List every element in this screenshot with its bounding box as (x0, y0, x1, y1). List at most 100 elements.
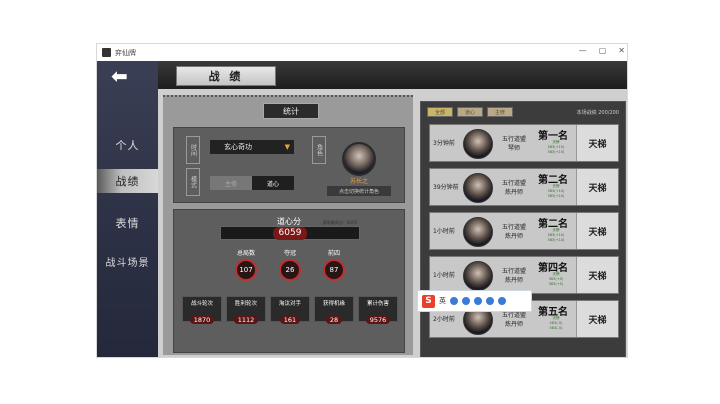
sidebar-item-label: 表情 (115, 217, 140, 230)
match-mode: 天梯 (576, 169, 618, 205)
stat-value: 87 (323, 259, 345, 281)
stat-value: 9576 (365, 316, 391, 324)
stats-panel: 统计 时间 玄心奇功 ▼ 模式 主修 道心 角色 苏长之 点击切换统计角色 道心… (163, 95, 413, 355)
emoji-icon[interactable] (450, 297, 458, 305)
match-mode: 天梯 (576, 301, 618, 337)
sidebar-item-label: 战斗场景 (105, 257, 150, 269)
opponent-avatar (463, 217, 493, 247)
tab-all[interactable]: 全部 (427, 107, 453, 117)
match-row[interactable]: 39分钟前 五行道盟 炼丹师 第二名 天榜 583(+10) 583(+10) … (429, 168, 619, 206)
opponent-avatar (463, 129, 493, 159)
stat-label: 获得机缘 (322, 301, 345, 307)
keyboard-icon[interactable] (474, 297, 482, 305)
role-label: 角色 (312, 136, 326, 164)
sidebar-item-emotes[interactable]: 表情 (97, 211, 158, 235)
opponent-avatar (463, 173, 493, 203)
sogou-icon[interactable]: S (422, 294, 435, 308)
match-mode: 天梯 (576, 257, 618, 293)
match-row[interactable]: 3分钟前 五行道盟 琴师 第一名 天榜 583(+15) 583(+15) 天梯 (429, 124, 619, 162)
character-class: 五行道盟 炼丹师 (501, 268, 526, 284)
mode-option-main[interactable]: 主修 (210, 176, 252, 190)
match-mode: 天梯 (576, 125, 618, 161)
rating-change: 天榜 583(+10) 583(+10) (547, 184, 565, 198)
switch-character-button[interactable]: 点击切换统计角色 (327, 186, 391, 196)
stat-value: 1870 (189, 316, 215, 324)
back-arrow-icon[interactable]: ⬅ (111, 66, 137, 86)
stat-cell-opportunities: 获得机缘 28 (314, 296, 354, 324)
character-class: 五行道盟 炼丹师 (501, 312, 526, 328)
close-button[interactable]: ✕ (618, 46, 625, 55)
stat-label: 淘汰对手 (278, 301, 301, 307)
match-time: 2小时前 (433, 316, 455, 323)
record-count: 本场战绩 200/200 (576, 110, 619, 116)
stat-value: 107 (235, 259, 257, 281)
mode-toggle[interactable]: 主修 道心 (210, 176, 294, 190)
stat-cell-win-rounds: 胜利轮次 1112 (226, 296, 266, 324)
skin-icon[interactable] (486, 297, 494, 305)
score-value: 6059 (272, 227, 308, 240)
sidebar: ⬅ 个人 战绩 表情 战斗场景 (97, 61, 158, 357)
tab-main[interactable]: 主修 (487, 107, 513, 117)
mode-option-daoxin[interactable]: 道心 (252, 176, 294, 190)
character-avatar[interactable] (342, 142, 376, 176)
rating-change: 天榜 583(+10) 583(+10) (547, 228, 565, 242)
mic-icon[interactable] (462, 297, 470, 305)
score-bar: 赛季最高分：6059 6059 (220, 220, 360, 240)
page-title: 战 绩 (176, 66, 276, 86)
chevron-down-icon: ▼ (284, 143, 290, 151)
tab-daoxin[interactable]: 道心 (457, 107, 483, 117)
sidebar-item-label: 个人 (115, 139, 140, 152)
stat-label: 前四 (327, 250, 340, 257)
character-name: 苏长之 (349, 178, 368, 185)
sidebar-item-profile[interactable]: 个人 (97, 133, 158, 157)
maximize-button[interactable]: ▢ (599, 46, 607, 55)
character-class: 五行道盟 琴师 (501, 136, 526, 152)
stat-label: 战斗轮次 (190, 301, 213, 307)
match-row[interactable]: 1小时前 五行道盟 炼丹师 第二名 天榜 583(+10) 583(+10) 天… (429, 212, 619, 250)
match-history-panel: 全部 道心 主修 本场战绩 200/200 3分钟前 五行道盟 琴师 第一名 天… (420, 101, 626, 357)
opponent-avatar (463, 261, 493, 291)
stat-value: 161 (279, 316, 301, 324)
score-card: 道心分 赛季最高分：6059 6059 总局数 107 夺冠 26 前四 87 (173, 209, 405, 353)
character-class: 五行道盟 炼丹师 (501, 224, 526, 240)
rating-change: 天榜 583(-5) 583(-5) (549, 316, 563, 330)
filter-card: 时间 玄心奇功 ▼ 模式 主修 道心 角色 苏长之 点击切换统计角色 (173, 127, 405, 203)
sidebar-item-battle-scenes[interactable]: 战斗场景 (97, 249, 158, 273)
stat-label: 胜利轮次 (234, 301, 257, 307)
stats-title: 统计 (263, 103, 319, 119)
history-tabs: 全部 道心 主修 (427, 107, 513, 117)
stat-label: 总局数 (236, 250, 255, 257)
stat-cell-eliminations: 淘汰对手 161 (270, 296, 310, 324)
stat-cell-total-damage: 累计伤害 9576 (358, 296, 398, 324)
sidebar-item-label: 战绩 (115, 175, 140, 188)
toolbox-icon[interactable] (498, 297, 506, 305)
rating-change: 天榜 583(+15) 583(+15) (547, 140, 565, 154)
stat-wins: 夺冠 26 (270, 248, 310, 281)
app-window: 弈仙牌 — ▢ ✕ ⬅ 个人 战绩 表情 战斗场景 战 绩 统计 时间 玄心奇功… (96, 43, 628, 358)
stat-label: 夺冠 (283, 250, 296, 257)
stat-value: 1112 (233, 316, 259, 324)
period-dropdown[interactable]: 玄心奇功 ▼ (210, 140, 294, 154)
match-time: 1小时前 (433, 228, 455, 235)
match-row[interactable]: 1小时前 五行道盟 炼丹师 第四名 天榜 583(+5) 583(+5) 天梯 (429, 256, 619, 294)
title-bar: 弈仙牌 — ▢ ✕ (97, 44, 627, 61)
period-dropdown-value: 玄心奇功 (224, 143, 252, 151)
minimize-button[interactable]: — (579, 46, 587, 55)
time-label: 时间 (186, 136, 200, 164)
match-time: 39分钟前 (433, 184, 459, 191)
stat-value: 28 (325, 316, 343, 324)
top-bar: 战 绩 (158, 61, 627, 89)
stat-top-four: 前四 87 (314, 248, 354, 281)
stat-total-games: 总局数 107 (226, 248, 266, 281)
ime-language[interactable]: 英 (439, 296, 446, 306)
sidebar-item-records[interactable]: 战绩 (97, 169, 158, 193)
game-view: ⬅ 个人 战绩 表情 战斗场景 战 绩 统计 时间 玄心奇功 ▼ 模式 主修 道… (97, 61, 627, 357)
stat-cell-battle-rounds: 战斗轮次 1870 (182, 296, 222, 324)
score-note: 赛季最高分：6059 (322, 220, 357, 225)
stat-label: 累计伤害 (366, 301, 389, 307)
ime-toolbar[interactable]: S 英 (417, 290, 532, 312)
app-icon (102, 48, 111, 57)
window-title: 弈仙牌 (115, 48, 136, 57)
stat-value: 26 (279, 259, 301, 281)
character-class: 五行道盟 炼丹师 (501, 180, 526, 196)
